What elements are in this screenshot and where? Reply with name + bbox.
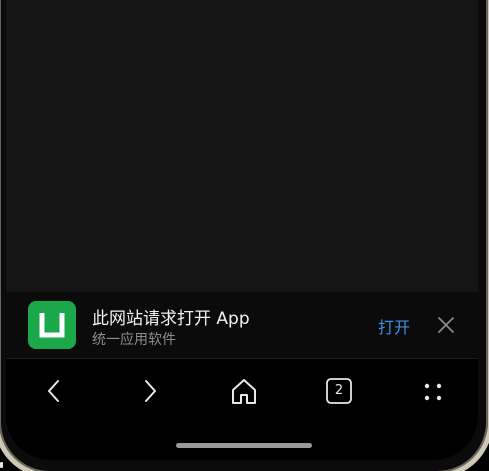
- banner-title: 此网站请求打开 App: [92, 309, 250, 329]
- chevron-left-icon: [48, 380, 59, 402]
- tabs-count: 2: [334, 383, 344, 398]
- forward-button[interactable]: [130, 373, 170, 409]
- browser-screen: 此网站请求打开 App 统一应用软件 打开 2: [6, 0, 478, 460]
- browser-bottom-toolbar: 2: [6, 359, 478, 460]
- web-content-area[interactable]: [6, 0, 478, 292]
- tabs-button[interactable]: 2: [318, 373, 358, 409]
- back-button[interactable]: [34, 373, 74, 409]
- banner-app-name: 统一应用软件: [92, 332, 176, 348]
- open-app-button[interactable]: 打开: [378, 314, 410, 338]
- close-banner-button[interactable]: [434, 313, 458, 337]
- four-dots-menu-icon: [424, 383, 442, 401]
- chevron-right-icon: [145, 380, 156, 402]
- open-app-banner: 此网站请求打开 App 统一应用软件 打开: [6, 292, 478, 358]
- close-icon: [438, 317, 454, 333]
- unified-app-logo-icon[interactable]: [28, 301, 76, 349]
- menu-button[interactable]: [412, 373, 452, 409]
- home-icon: [232, 379, 256, 404]
- system-home-indicator[interactable]: [176, 443, 312, 448]
- phone-frame: 此网站请求打开 App 统一应用软件 打开 2: [0, 0, 489, 471]
- frame-edge-mark: [0, 462, 3, 468]
- home-button[interactable]: [224, 373, 264, 409]
